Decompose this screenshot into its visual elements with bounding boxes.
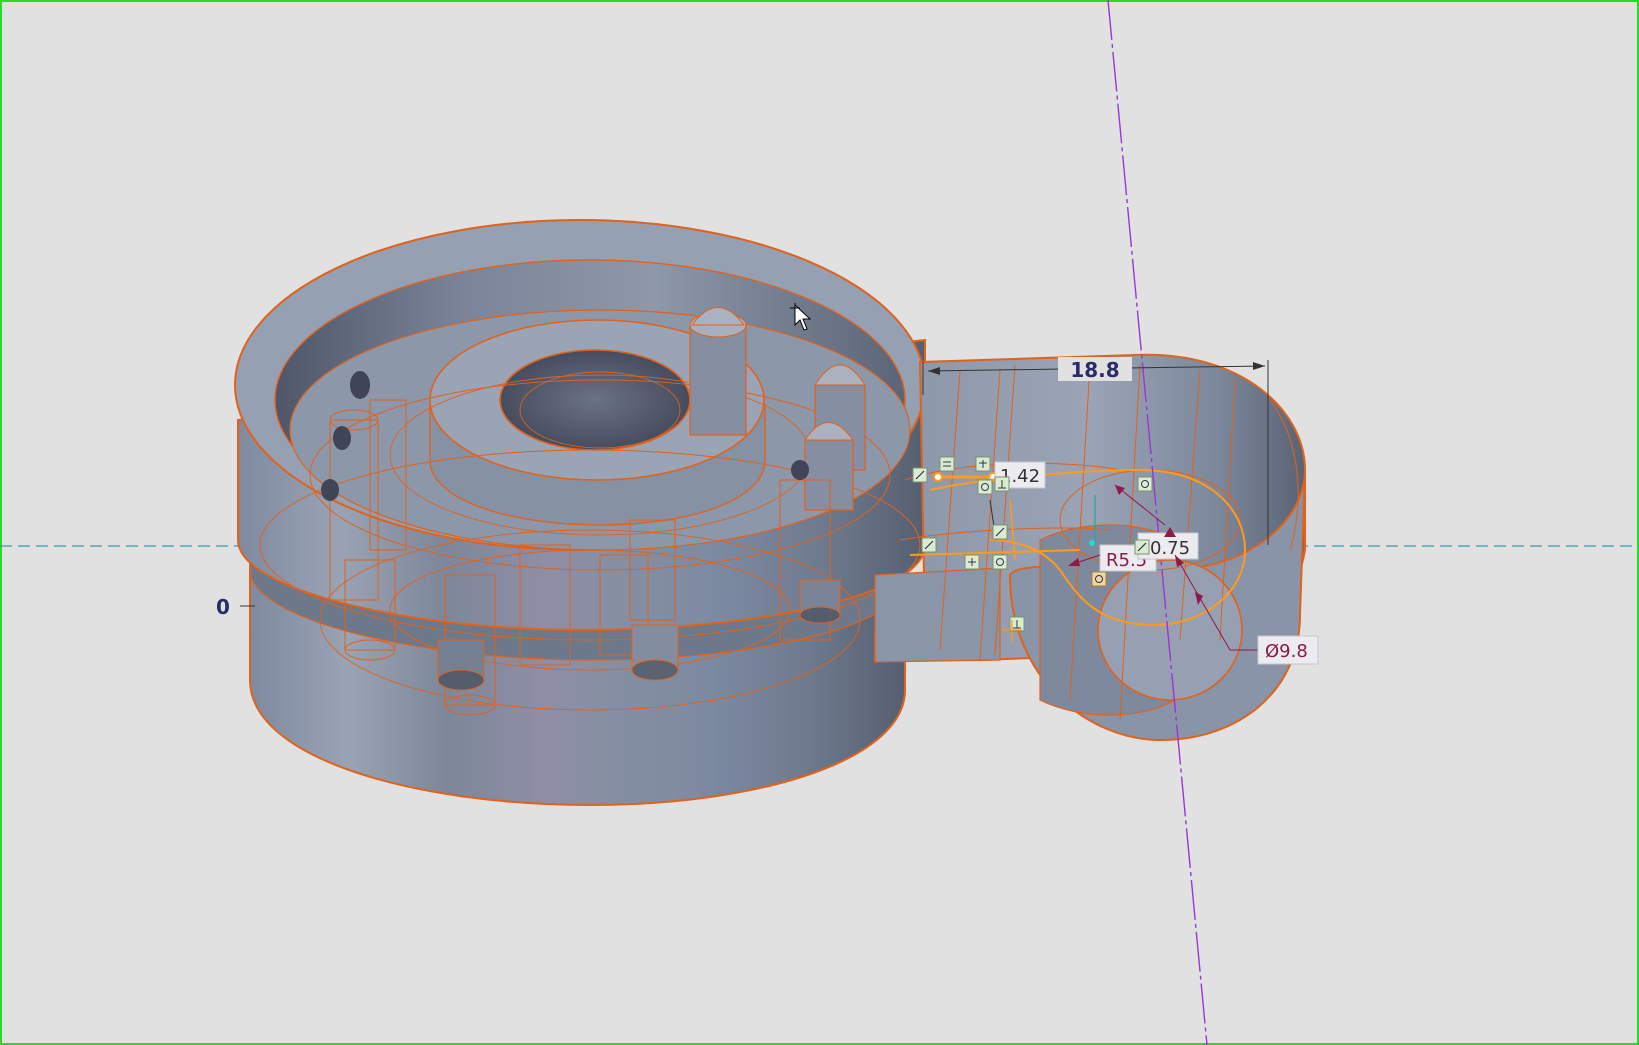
origin-label-text: 0	[216, 595, 230, 619]
parallel-constraint-icon[interactable]	[975, 456, 991, 472]
center-bore	[499, 349, 691, 451]
perpendicular-constraint-icon[interactable]	[964, 554, 980, 570]
lower-pin-2	[631, 624, 679, 681]
tangent-constraint-icon[interactable]	[1134, 539, 1150, 555]
length-dimension-text[interactable]: 18.8	[1070, 358, 1119, 382]
tangent-constraint-icon[interactable]	[992, 524, 1008, 540]
equal-constraint-icon[interactable]	[939, 456, 955, 472]
tangent-constraint-icon[interactable]	[921, 537, 937, 553]
tangent-constraint-icon[interactable]	[912, 467, 928, 483]
tangent-constraint-icon[interactable]	[1137, 476, 1153, 492]
coincident-constraint-icon[interactable]	[1091, 571, 1107, 587]
perpendicular-constraint-icon[interactable]	[994, 476, 1010, 492]
lower-pin-1	[437, 639, 485, 691]
3d-model-viewport[interactable]: 18.8 1.42 R5.5 0.75 Ø9.8 0	[0, 0, 1639, 1045]
coincident-constraint-icon[interactable]	[992, 554, 1008, 570]
main-disc-body[interactable]	[234, 219, 926, 807]
small-dimension-text[interactable]: 0.75	[1150, 538, 1190, 559]
coincident-constraint-icon[interactable]	[977, 479, 993, 495]
lower-pin-3	[799, 579, 841, 624]
cone-peg-3	[804, 422, 854, 511]
diameter-dimension-text[interactable]: Ø9.8	[1265, 641, 1308, 662]
cone-peg-1	[689, 307, 747, 436]
